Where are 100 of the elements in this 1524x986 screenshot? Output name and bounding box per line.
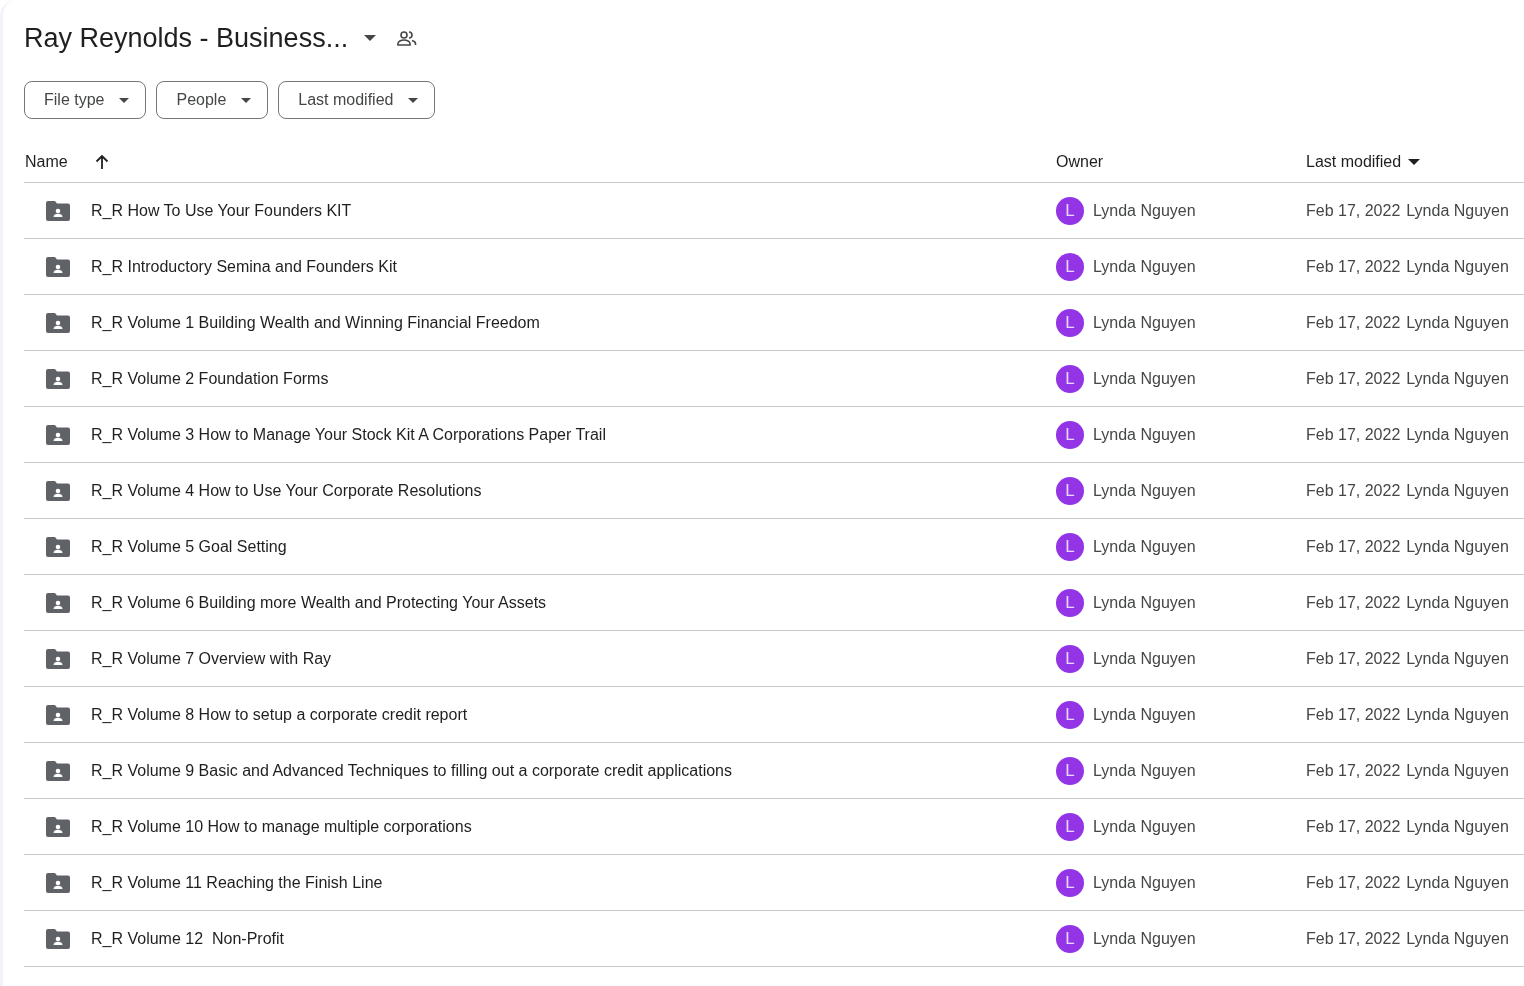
modified-date: Feb 17, 2022 (1306, 200, 1401, 221)
modified-by: Lynda Nguyen (1406, 480, 1509, 501)
owner-avatar: L (1056, 924, 1084, 953)
folder-name: R_R Volume 1 Building Wealth and Winning Financial Freedom (91, 312, 540, 333)
owner-name: Lynda Nguyen (1093, 648, 1196, 669)
shared-folder-icon (46, 816, 70, 837)
modified-date: Feb 17, 2022 (1306, 816, 1401, 837)
shared-folder-icon (46, 368, 70, 389)
modified-date: Feb 17, 2022 (1306, 256, 1401, 277)
folder-row[interactable]: R_R How To Use Your Founders KIT L Lynda Nguyen Feb 17, 2022 Lynda Nguyen (24, 183, 1524, 239)
folder-name: R_R Volume 3 How to Manage Your Stock Kit A Corporations Paper Trail (91, 424, 606, 445)
folder-row[interactable]: R_R Introductory Semina and Founders Kit L Lynda Nguyen Feb 17, 2022 Lynda Nguyen (24, 239, 1524, 295)
modified-date: Feb 17, 2022 (1306, 648, 1401, 669)
modified-by: Lynda Nguyen (1406, 704, 1509, 725)
caret-icon (119, 97, 130, 103)
shared-folder-icon (46, 312, 70, 333)
owner-avatar: L (1056, 700, 1084, 729)
modified-date: Feb 17, 2022 (1306, 928, 1401, 949)
owner-name: Lynda Nguyen (1093, 480, 1196, 501)
modified-by: Lynda Nguyen (1406, 424, 1509, 445)
owner-name: Lynda Nguyen (1093, 536, 1196, 557)
folder-row[interactable]: R_R Volume 12 Non-Profit L Lynda Nguyen Feb 17, 2022 Lynda Nguyen (24, 911, 1524, 967)
owner-name: Lynda Nguyen (1093, 256, 1196, 277)
filter-dropdown[interactable]: File type (24, 81, 147, 119)
modified-date: Feb 17, 2022 (1306, 760, 1401, 781)
modified-date: Feb 17, 2022 (1306, 312, 1401, 333)
modified-date: Feb 17, 2022 (1306, 424, 1401, 445)
modified-by: Lynda Nguyen (1406, 536, 1509, 557)
column-header[interactable]: Owner (1056, 152, 1104, 170)
folder-name: R_R Introductory Semina and Founders Kit (91, 256, 397, 277)
shared-folder-icon (46, 928, 70, 949)
folder-name: R_R Volume 5 Goal Setting (91, 536, 287, 557)
sort-up-arrow-icon[interactable] (94, 154, 109, 169)
folder-name: R_R Volume 6 Building more Wealth and Protecting Your Assets (91, 592, 547, 613)
folder-name: R_R Volume 2 Foundation Forms (91, 368, 329, 389)
modified-by: Lynda Nguyen (1406, 200, 1509, 221)
modified-by: Lynda Nguyen (1406, 368, 1509, 389)
folder-row[interactable]: R_R Volume 9 Basic and Advanced Techniques to filling out a corporate credit applications L Lynda Nguyen Feb 17, 2022 Lynda Nguyen (24, 743, 1524, 799)
folder-row[interactable]: R_R Volume 4 How to Use Your Corporate Resolutions L Lynda Nguyen Feb 17, 2022 Lynda Nguyen (24, 463, 1524, 519)
filter-dropdown[interactable]: People (156, 81, 269, 119)
folder-row[interactable]: R_R Volume 1 Building Wealth and Winning Financial Freedom L Lynda Nguyen Feb 17, 2022 Lynda Nguyen (24, 295, 1524, 351)
modified-by: Lynda Nguyen (1406, 872, 1509, 893)
folder-row[interactable]: R_R Volume 5 Goal Setting L Lynda Nguyen Feb 17, 2022 Lynda Nguyen (24, 519, 1524, 575)
owner-avatar: L (1056, 196, 1084, 225)
modified-by: Lynda Nguyen (1406, 592, 1509, 613)
owner-avatar: L (1056, 588, 1084, 617)
shared-folder-icon (46, 200, 70, 221)
folder-row[interactable]: R_R Volume 8 How to setup a corporate credit report L Lynda Nguyen Feb 17, 2022 Lynda Nguyen (24, 687, 1524, 743)
owner-name: Lynda Nguyen (1093, 592, 1196, 613)
shared-folder-icon (46, 480, 70, 501)
column-header[interactable]: Last modified (1306, 149, 1402, 174)
owner-name: Lynda Nguyen (1093, 928, 1196, 949)
filter-dropdown[interactable]: Last modified (278, 81, 436, 119)
shared-folder-icon (46, 536, 70, 557)
owner-avatar: L (1056, 476, 1084, 505)
column-header[interactable]: Name (24, 149, 68, 174)
caret-icon[interactable] (1408, 158, 1421, 165)
shared-folder-icon (46, 704, 70, 725)
modified-date: Feb 17, 2022 (1306, 704, 1401, 725)
folder-row[interactable]: R_R Volume 11 Reaching the Finish Line L Lynda Nguyen Feb 17, 2022 Lynda Nguyen (24, 855, 1524, 911)
modified-by: Lynda Nguyen (1406, 816, 1509, 837)
folder-name: R_R How To Use Your Founders KIT (91, 200, 352, 221)
owner-avatar: L (1056, 532, 1084, 561)
owner-name: Lynda Nguyen (1093, 816, 1196, 837)
owner-avatar: L (1056, 364, 1084, 393)
folder-row[interactable]: R_R Volume 7 Overview with Ray L Lynda Nguyen Feb 17, 2022 Lynda Nguyen (24, 631, 1524, 687)
owner-name: Lynda Nguyen (1093, 872, 1196, 893)
folder-name: R_R Volume 4 How to Use Your Corporate Resolutions (91, 480, 482, 501)
shared-folder-icon (46, 872, 70, 893)
owner-name: Lynda Nguyen (1093, 368, 1196, 389)
shared-folder-icon (46, 424, 70, 445)
folder-name: R_R Volume 12 Non-Profit (91, 928, 284, 949)
caret-icon (408, 97, 419, 103)
modified-date: Feb 17, 2022 (1306, 480, 1401, 501)
owner-name: Lynda Nguyen (1093, 312, 1196, 333)
folder-name: R_R Volume 9 Basic and Advanced Techniques to filling out a corporate credit applications (91, 760, 732, 781)
caret-icon (241, 97, 252, 103)
caret-icon (364, 35, 377, 41)
shared-folder-icon (46, 256, 70, 277)
owner-avatar: L (1056, 308, 1084, 337)
owner-avatar: L (1056, 756, 1084, 785)
folder-title: Ray Reynolds - Business... (24, 21, 349, 55)
modified-by: Lynda Nguyen (1406, 648, 1509, 669)
owner-name: Lynda Nguyen (1093, 704, 1196, 725)
modified-by: Lynda Nguyen (1406, 256, 1509, 277)
modified-by: Lynda Nguyen (1406, 760, 1509, 781)
owner-avatar: L (1056, 420, 1084, 449)
folder-row[interactable]: R_R Volume 2 Foundation Forms L Lynda Nguyen Feb 17, 2022 Lynda Nguyen (24, 351, 1524, 407)
folder-row[interactable]: R_R Volume 6 Building more Wealth and Protecting Your Assets L Lynda Nguyen Feb 17, 2022 Lynda Nguyen (24, 575, 1524, 631)
folder-row[interactable]: R_R Volume 10 How to manage multiple corporations L Lynda Nguyen Feb 17, 2022 Lynda Nguyen (24, 799, 1524, 855)
folder-name: R_R Volume 8 How to setup a corporate credit report (91, 704, 468, 725)
folder-name: R_R Volume 11 Reaching the Finish Line (91, 872, 383, 893)
owner-name: Lynda Nguyen (1093, 424, 1196, 445)
owner-name: Lynda Nguyen (1093, 760, 1196, 781)
modified-by: Lynda Nguyen (1406, 312, 1509, 333)
owner-avatar: L (1056, 868, 1084, 897)
modified-by: Lynda Nguyen (1406, 928, 1509, 949)
folder-row[interactable]: R_R Volume 3 How to Manage Your Stock Kit A Corporations Paper Trail L Lynda Nguyen Feb 17, 2022 Lynda Nguyen (24, 407, 1524, 463)
owner-avatar: L (1056, 644, 1084, 673)
modified-date: Feb 17, 2022 (1306, 368, 1401, 389)
